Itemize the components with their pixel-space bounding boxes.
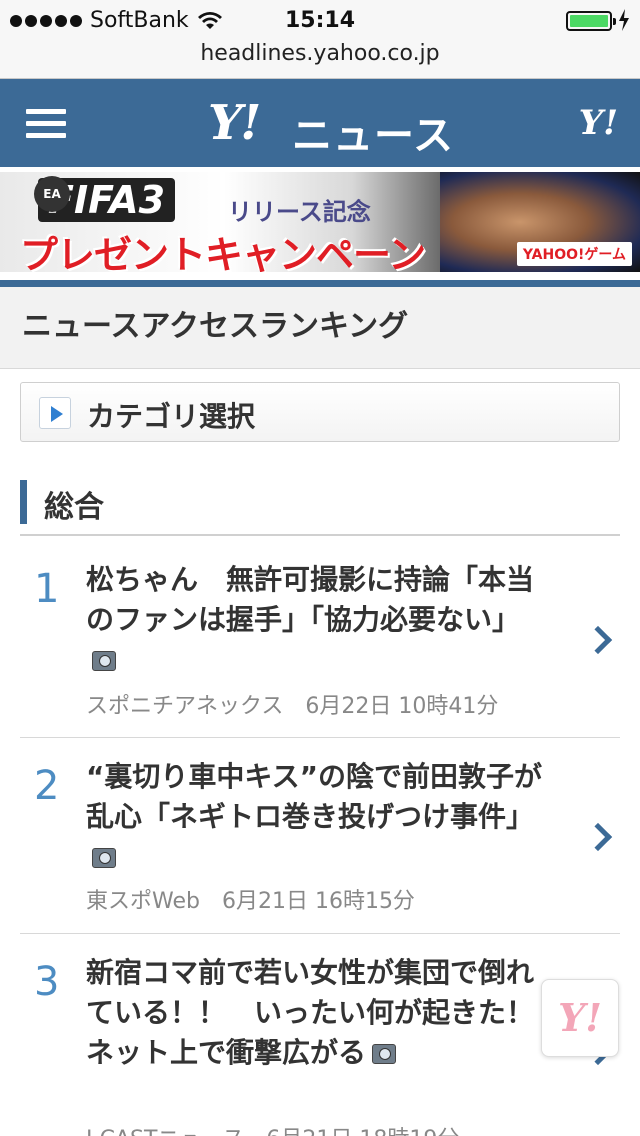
divider [0, 280, 640, 287]
ad-banner[interactable]: FIFA3 EA リリース記念 プレゼントキャンペーン YAHOO!ゲーム [0, 172, 640, 272]
camera-icon [92, 848, 116, 868]
rank-number: 2 [34, 763, 60, 809]
banner-yahoo-game-badge: YAHOO!ゲーム [516, 242, 632, 266]
ranking-source-date: J-CASTニュース 6月21日 18時19分 [86, 1121, 459, 1136]
section-heading: 総合 [20, 478, 620, 536]
camera-icon [372, 1044, 397, 1064]
ranking-source-date: スポニチアネックス 6月22日 10時41分 [86, 694, 499, 719]
camera-icon [92, 651, 116, 671]
banner-ea-logo: EA [34, 176, 70, 212]
ranking-title-text: 松ちゃん 無許可撮影に持論「本当のファンは握手」「協力必要ない」 [86, 563, 535, 636]
ranking-title[interactable]: 新宿コマ前で若い女性が集団で倒れている！！ いったい何が起きた！ネット上で衝撃広… [86, 953, 546, 1073]
ranking-item-3[interactable]: 3 新宿コマ前で若い女性が集団で倒れている！！ いったい何が起きた！ネット上で衝… [20, 935, 620, 1136]
ranking-item-2[interactable]: 2 “裏切り車中キス”の陰で前田敦子が乱心「ネギトロ巻き投げつけ事件」 東スポW… [20, 739, 620, 934]
clock: 15:14 [284, 8, 356, 33]
status-bar: SoftBank 15:14 [0, 0, 640, 40]
rank-number: 1 [34, 566, 60, 612]
banner-campaign-text: プレゼントキャンペーン [20, 233, 426, 272]
charging-icon [619, 9, 629, 31]
news-logo-text[interactable]: ニュース [292, 103, 454, 161]
battery-icon [566, 11, 616, 31]
ranking-title[interactable]: “裏切り車中キス”の陰で前田敦子が乱心「ネギトロ巻き投げつけ事件」 [86, 757, 546, 877]
chevron-right-icon[interactable] [583, 625, 613, 655]
floating-yahoo-button[interactable]: Y! [541, 979, 619, 1057]
category-select-label: カテゴリ選択 [87, 400, 256, 433]
heading-accent-bar [20, 480, 27, 524]
ranking-item-1[interactable]: 1 松ちゃん 無許可撮影に持論「本当のファンは握手」「協力必要ない」 スポニチア… [20, 538, 620, 738]
menu-icon[interactable] [26, 109, 66, 139]
yahoo-logo[interactable]: Y! [208, 95, 261, 151]
section-heading-text: 総合 [44, 490, 104, 525]
rank-number: 3 [34, 959, 60, 1005]
banner-release-text: リリース記念 [228, 198, 371, 226]
ranking-title-text: 新宿コマ前で若い女性が集団で倒れている！！ いったい何が起きた！ネット上で衝撃広… [86, 956, 535, 1069]
ranking-title-text: “裏切り車中キス”の陰で前田敦子が乱心「ネギトロ巻き投げつけ事件」 [86, 760, 542, 833]
category-select-button[interactable]: カテゴリ選択 [20, 382, 620, 442]
address-bar[interactable]: headlines.yahoo.co.jp [0, 40, 640, 79]
page-title: ニュースアクセスランキング [0, 287, 640, 369]
ranking-title[interactable]: 松ちゃん 無許可撮影に持論「本当のファンは握手」「協力必要ない」 [86, 560, 546, 680]
chevron-right-icon[interactable] [583, 822, 613, 852]
ranking-source-date: 東スポWeb 6月21日 16時15分 [86, 889, 415, 914]
site-header: Y! ニュース Y! [0, 79, 640, 167]
play-arrow-icon [39, 397, 71, 429]
yahoo-top-icon[interactable]: Y! [579, 103, 618, 143]
